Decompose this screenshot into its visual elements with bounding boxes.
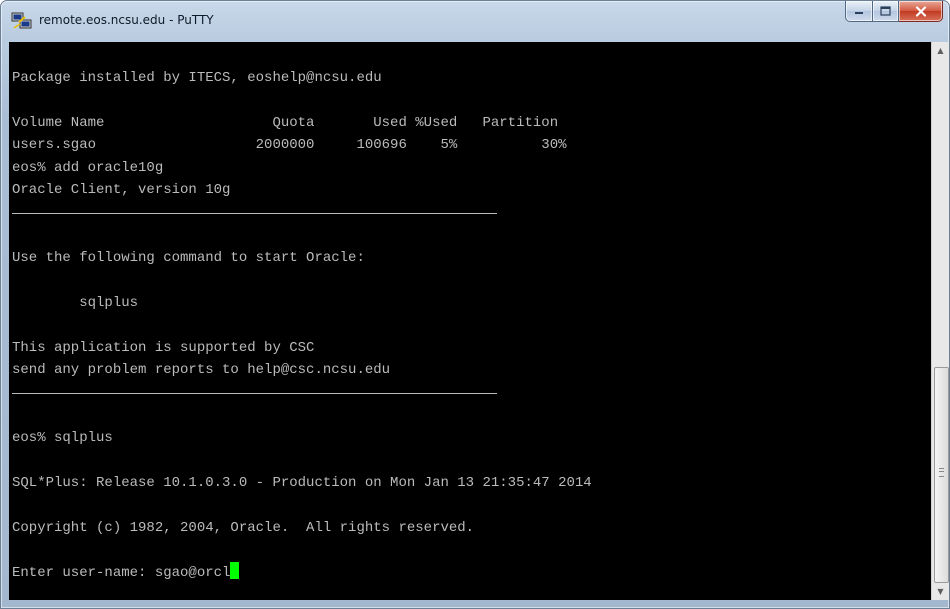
close-icon (915, 5, 926, 17)
title-bar[interactable]: remote.eos.ncsu.edu - PuTTY (1, 1, 949, 41)
putty-window: remote.eos.ncsu.edu - PuTTY Package inst… (0, 0, 950, 609)
vertical-scrollbar[interactable]: ▲ ▼ (931, 42, 949, 600)
terminal-line: Volume Name Quota Used %Used Partition (12, 114, 559, 131)
arrow-down-icon[interactable]: ▼ (932, 583, 949, 600)
terminal-line: Use the following command to start Oracl… (12, 249, 365, 266)
text-cursor (230, 561, 240, 579)
maximize-button[interactable] (873, 1, 899, 22)
close-button[interactable] (899, 1, 943, 22)
arrow-up-icon[interactable]: ▲ (932, 42, 949, 59)
terminal-line: eos% add oracle10g (12, 159, 164, 176)
maximize-icon (880, 6, 891, 16)
caption-buttons (845, 1, 943, 23)
putty-app-icon[interactable] (11, 11, 33, 31)
separator-line (12, 382, 931, 405)
minimize-button[interactable] (845, 1, 873, 22)
terminal-line: users.sgao 2000000 100696 5% 30% (12, 137, 567, 153)
grip-icon (939, 468, 944, 477)
minimize-icon (855, 12, 863, 14)
terminal-line: Copyright (c) 1982, 2004, Oracle. All ri… (12, 519, 475, 536)
terminal-line: Enter user-name: sgao@orcl (12, 561, 931, 585)
terminal-line: eos% sqlplus (12, 429, 113, 446)
window-title: remote.eos.ncsu.edu - PuTTY (39, 13, 214, 27)
separator-line (12, 202, 931, 225)
scroll-thumb[interactable] (934, 367, 949, 583)
terminal-line: SQL*Plus: Release 10.1.0.3.0 - Productio… (12, 474, 592, 491)
terminal-line: send any problem reports to help@csc.ncs… (12, 362, 391, 378)
terminal-line: sqlplus (12, 294, 139, 311)
terminal-output: Package installed by ITECS, eoshelp@ncsu… (9, 42, 931, 584)
terminal-area[interactable]: Package installed by ITECS, eoshelp@ncsu… (9, 42, 931, 600)
terminal-line: Oracle Client, version 10g (12, 182, 231, 198)
terminal-line: Package installed by ITECS, eoshelp@ncsu… (12, 69, 382, 86)
terminal-line: This application is supported by CSC (12, 339, 315, 356)
